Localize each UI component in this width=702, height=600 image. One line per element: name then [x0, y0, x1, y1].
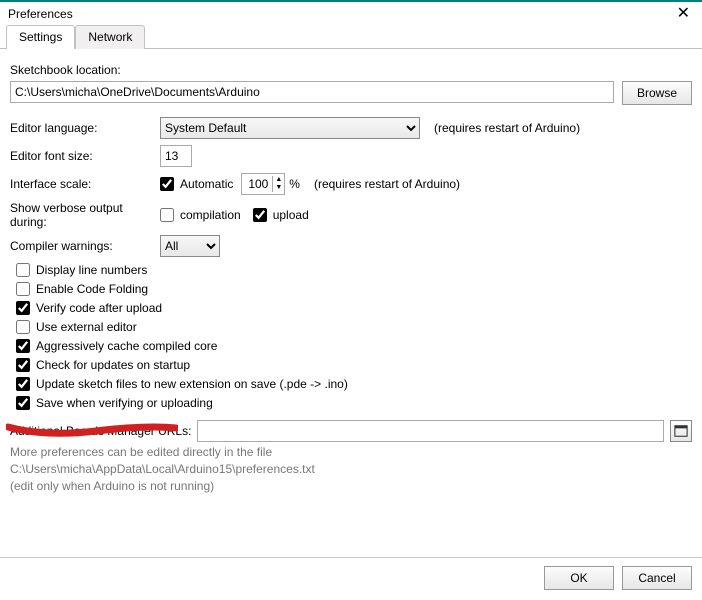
external-editor-label: Use external editor — [36, 320, 137, 334]
code-folding-checkbox[interactable] — [16, 282, 30, 296]
annotation-red-underline — [6, 419, 178, 439]
language-label: Editor language: — [10, 121, 160, 135]
tab-network[interactable]: Network — [75, 25, 145, 49]
verify-upload-checkbox[interactable] — [16, 301, 30, 315]
verbose-compilation-checkbox[interactable] — [160, 208, 174, 222]
warnings-select[interactable]: All — [160, 235, 220, 257]
check-updates-checkbox[interactable] — [16, 358, 30, 372]
more-line2: C:\Users\micha\AppData\Local\Arduino15\p… — [10, 462, 692, 476]
scale-value-input[interactable] — [242, 175, 272, 193]
tab-settings[interactable]: Settings — [6, 25, 75, 49]
cancel-button[interactable]: Cancel — [622, 566, 692, 590]
close-icon[interactable]: ✕ — [673, 6, 694, 22]
window-icon — [674, 424, 688, 438]
scale-auto-checkbox[interactable] — [160, 177, 174, 191]
scale-label: Interface scale: — [10, 177, 160, 191]
language-note: (requires restart of Arduino) — [434, 121, 580, 135]
warnings-label: Compiler warnings: — [10, 239, 160, 253]
cache-core-checkbox[interactable] — [16, 339, 30, 353]
browse-button[interactable]: Browse — [622, 81, 692, 105]
scale-auto-label: Automatic — [180, 177, 233, 191]
scale-spinner[interactable]: ▲▼ — [241, 173, 285, 195]
verbose-upload-label: upload — [273, 208, 309, 222]
cache-core-label: Aggressively cache compiled core — [36, 339, 217, 353]
line-numbers-checkbox[interactable] — [16, 263, 30, 277]
save-verify-label: Save when verifying or uploading — [36, 396, 213, 410]
update-ext-label: Update sketch files to new extension on … — [36, 377, 348, 391]
code-folding-label: Enable Code Folding — [36, 282, 148, 296]
line-numbers-label: Display line numbers — [36, 263, 147, 277]
chevron-down-icon[interactable]: ▼ — [273, 184, 284, 192]
external-editor-checkbox[interactable] — [16, 320, 30, 334]
verbose-upload-checkbox[interactable] — [253, 208, 267, 222]
scale-percent: % — [289, 177, 300, 191]
fontsize-label: Editor font size: — [10, 149, 160, 163]
scale-note: (requires restart of Arduino) — [314, 177, 460, 191]
check-updates-label: Check for updates on startup — [36, 358, 190, 372]
save-verify-checkbox[interactable] — [16, 396, 30, 410]
fontsize-input[interactable] — [160, 145, 192, 167]
update-ext-checkbox[interactable] — [16, 377, 30, 391]
verify-upload-label: Verify code after upload — [36, 301, 162, 315]
sketchbook-label: Sketchbook location: — [10, 63, 692, 77]
ok-button[interactable]: OK — [544, 566, 614, 590]
sketchbook-path-input[interactable] — [10, 81, 614, 103]
chevron-up-icon[interactable]: ▲ — [273, 176, 284, 184]
open-urls-dialog-button[interactable] — [670, 420, 692, 442]
more-line1: More preferences can be edited directly … — [10, 445, 692, 459]
more-line3: (edit only when Arduino is not running) — [10, 479, 692, 493]
verbose-label: Show verbose output during: — [10, 201, 160, 229]
boards-url-input[interactable] — [197, 420, 664, 442]
language-select[interactable]: System Default — [160, 117, 420, 139]
verbose-compilation-label: compilation — [180, 208, 241, 222]
window-title: Preferences — [8, 7, 73, 21]
separator — [0, 557, 702, 558]
tab-bar: Settings Network — [0, 24, 702, 49]
